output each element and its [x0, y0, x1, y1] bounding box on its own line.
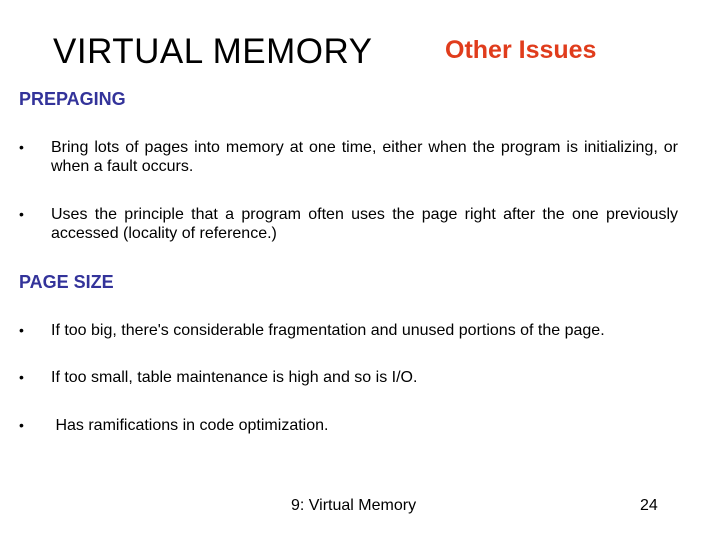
bullet-item: • Bring lots of pages into memory at one…: [19, 138, 678, 176]
section-heading-prepaging: PREPAGING: [19, 89, 126, 109]
slide-subtitle: Other Issues: [445, 36, 597, 64]
bullet-text: Uses the principle that a program often …: [51, 206, 678, 242]
bullet-icon: •: [19, 369, 24, 385]
bullet-text: If too big, there's considerable fragmen…: [51, 322, 605, 339]
section-heading-page-size: PAGE SIZE: [19, 272, 114, 292]
bullet-icon: •: [19, 417, 24, 433]
bullet-text: Bring lots of pages into memory at one t…: [51, 139, 678, 175]
bullet-item: • If too big, there's considerable fragm…: [19, 321, 678, 340]
page-number: 24: [640, 497, 658, 514]
footer-chapter-title: 9: Virtual Memory: [291, 497, 417, 514]
bullet-item: • Uses the principle that a program ofte…: [19, 205, 678, 243]
bullet-icon: •: [19, 206, 24, 222]
bullet-item: • Has ramifications in code optimization…: [19, 416, 678, 435]
bullet-text: Has ramifications in code optimization.: [51, 417, 329, 434]
bullet-item: • If too small, table maintenance is hig…: [19, 368, 678, 387]
bullet-icon: •: [19, 322, 24, 338]
bullet-text: If too small, table maintenance is high …: [51, 369, 418, 386]
slide-title: VIRTUAL MEMORY: [53, 32, 373, 71]
bullet-icon: •: [19, 139, 24, 155]
